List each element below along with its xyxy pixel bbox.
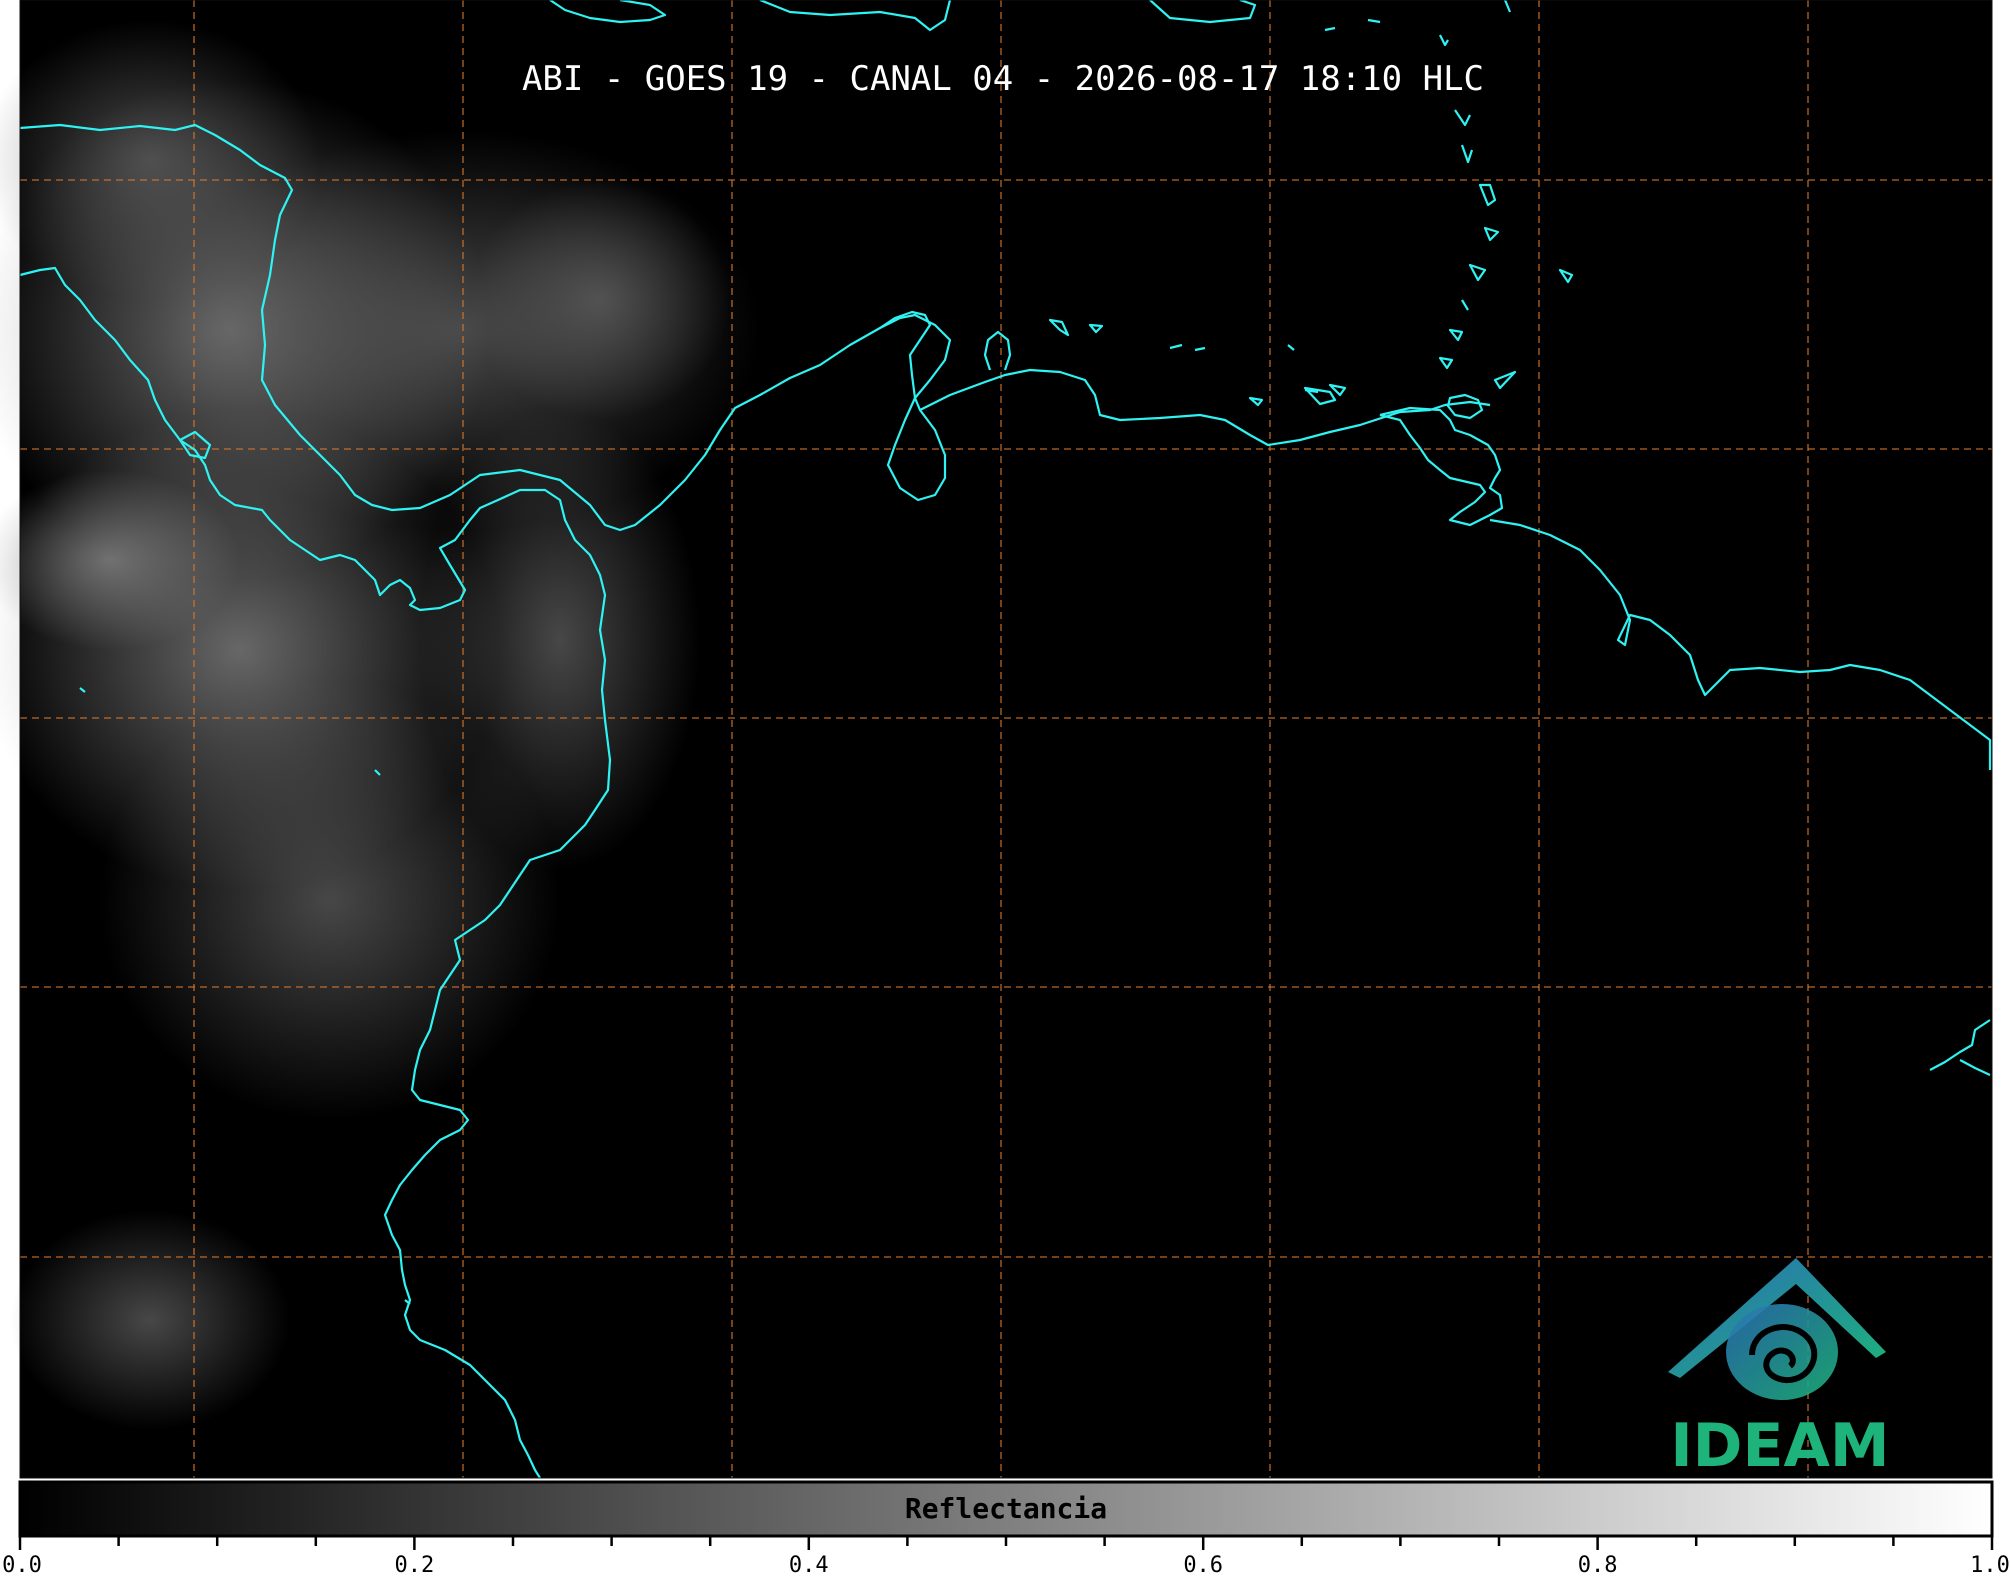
colorbar-ticks: 0.0 0.2 0.4 0.6 0.8 1.0 [2, 1536, 2010, 1578]
colorbar-tick-label: 0.8 [1578, 1553, 1618, 1577]
colorbar-tick-label: 1.0 [1970, 1553, 2010, 1577]
colorbar-label: Reflectancia [905, 1492, 1107, 1525]
colorbar-tick-label: 0.4 [789, 1553, 829, 1577]
map-title: ABI - GOES 19 - CANAL 04 - 2026-08-17 18… [522, 59, 1484, 99]
colorbar-tick-label: 0.2 [395, 1553, 435, 1577]
colorbar-tick-label: 0.0 [2, 1553, 42, 1577]
colorbar-tick-label: 0.6 [1183, 1553, 1223, 1577]
colorbar: Reflectancia 0.0 0.2 0.4 0.6 0.8 1.0 [2, 1480, 2010, 1578]
ideam-logo-text: IDEAM [1670, 1411, 1889, 1481]
satellite-map-figure: ABI - GOES 19 - CANAL 04 - 2026-08-17 18… [0, 0, 2011, 1578]
